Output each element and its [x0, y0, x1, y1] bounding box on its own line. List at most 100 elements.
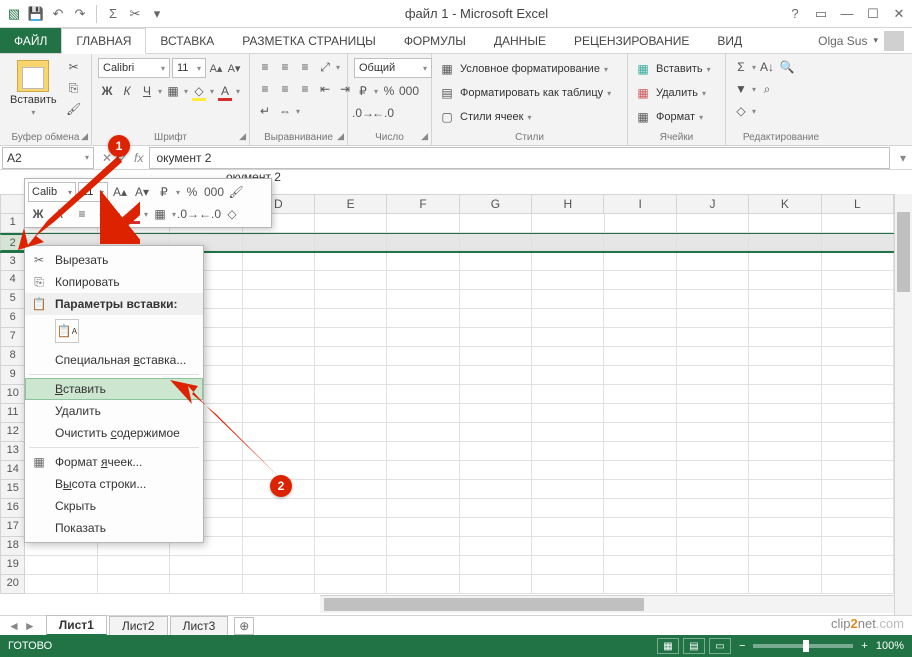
cell[interactable]: [98, 575, 170, 594]
cell[interactable]: [25, 556, 97, 575]
close-icon[interactable]: ✕: [886, 2, 912, 26]
cell[interactable]: [604, 404, 676, 423]
tab-data[interactable]: ДАННЫЕ: [480, 28, 560, 53]
cell[interactable]: [387, 461, 459, 480]
cell[interactable]: [822, 309, 894, 328]
cell[interactable]: [387, 537, 459, 556]
row-header[interactable]: 3: [0, 253, 25, 271]
maximize-icon[interactable]: ☐: [860, 2, 886, 26]
row-header[interactable]: 6: [0, 309, 25, 328]
cell[interactable]: [460, 461, 532, 480]
orientation-icon[interactable]: ⤢: [316, 58, 334, 76]
cell[interactable]: [170, 556, 242, 575]
cell[interactable]: [315, 271, 387, 290]
qat-more-icon[interactable]: ▾: [149, 6, 165, 22]
cell[interactable]: [822, 461, 894, 480]
cell[interactable]: [460, 271, 532, 290]
col-header[interactable]: J: [677, 194, 749, 214]
cell[interactable]: [822, 328, 894, 347]
paste-option-all-icon[interactable]: 📋A: [55, 319, 79, 343]
col-header[interactable]: H: [532, 194, 604, 214]
cell[interactable]: [677, 347, 749, 366]
cell[interactable]: [822, 290, 894, 309]
cell[interactable]: [387, 290, 459, 309]
mini-border-icon[interactable]: ▦: [150, 204, 170, 224]
cell[interactable]: [604, 290, 676, 309]
row-header[interactable]: 18: [0, 537, 25, 556]
ctx-hide[interactable]: Скрыть: [25, 495, 203, 517]
cell[interactable]: [822, 499, 894, 518]
merge-icon[interactable]: ⇔: [276, 102, 294, 120]
cell[interactable]: [677, 556, 749, 575]
border-icon[interactable]: ▦: [164, 82, 182, 100]
cell[interactable]: [749, 234, 821, 251]
cell[interactable]: [677, 480, 749, 499]
cell[interactable]: [243, 290, 315, 309]
cell[interactable]: [677, 234, 749, 251]
cell[interactable]: [749, 271, 821, 290]
cell[interactable]: [243, 253, 315, 271]
clipboard-dialog-icon[interactable]: ◢: [81, 131, 88, 142]
tab-home[interactable]: ГЛАВНАЯ: [61, 28, 146, 54]
cell[interactable]: [532, 480, 604, 499]
cell[interactable]: [604, 271, 676, 290]
cell-styles-button[interactable]: ▢Стили ячеек ▾: [438, 108, 611, 126]
cell[interactable]: [460, 253, 532, 271]
alignment-dialog-icon[interactable]: ◢: [337, 131, 344, 142]
cell[interactable]: [822, 556, 894, 575]
cell[interactable]: [243, 556, 315, 575]
cell[interactable]: [243, 575, 315, 594]
cell[interactable]: [387, 480, 459, 499]
cell[interactable]: [749, 556, 821, 575]
cell[interactable]: [677, 253, 749, 271]
cell[interactable]: [677, 366, 749, 385]
cell[interactable]: [677, 328, 749, 347]
col-header[interactable]: G: [460, 194, 532, 214]
row-header[interactable]: 19: [0, 556, 25, 575]
row-header[interactable]: 8: [0, 347, 25, 366]
cell[interactable]: [749, 423, 821, 442]
zoom-slider[interactable]: [753, 644, 853, 648]
cell[interactable]: [315, 537, 387, 556]
align-middle-icon[interactable]: ≡: [276, 58, 294, 76]
cell[interactable]: [387, 347, 459, 366]
conditional-formatting-button[interactable]: ▦Условное форматирование ▾: [438, 60, 611, 78]
zoom-level[interactable]: 100%: [876, 640, 904, 652]
cell[interactable]: [749, 328, 821, 347]
cell[interactable]: [604, 499, 676, 518]
tab-review[interactable]: РЕЦЕНЗИРОВАНИЕ: [560, 28, 703, 53]
save-icon[interactable]: 💾: [28, 6, 44, 22]
cell[interactable]: [822, 442, 894, 461]
cell[interactable]: [822, 518, 894, 537]
zoom-in-icon[interactable]: +: [861, 640, 867, 652]
cell[interactable]: [749, 347, 821, 366]
indent-dec-icon[interactable]: ⇤: [316, 80, 334, 98]
cell[interactable]: [822, 214, 894, 233]
sort-filter-icon[interactable]: A↓: [758, 58, 776, 76]
format-cells-button[interactable]: ▦Формат ▾: [634, 108, 711, 126]
cell[interactable]: [315, 461, 387, 480]
cell[interactable]: [532, 556, 604, 575]
cell[interactable]: [460, 366, 532, 385]
cell[interactable]: [315, 309, 387, 328]
cell[interactable]: [604, 366, 676, 385]
cell[interactable]: [604, 385, 676, 404]
mini-dec-dec-icon[interactable]: ←.0: [200, 204, 220, 224]
delete-cells-button[interactable]: ▦Удалить ▾: [634, 84, 711, 102]
cell[interactable]: [315, 234, 387, 251]
cell[interactable]: [387, 271, 459, 290]
col-header[interactable]: K: [749, 194, 821, 214]
ribbon-options-icon[interactable]: ▭: [808, 2, 834, 26]
cell[interactable]: [243, 499, 315, 518]
cell[interactable]: [315, 518, 387, 537]
shrink-font-icon[interactable]: A▾: [226, 60, 242, 76]
fill-color-icon[interactable]: ◇: [190, 82, 208, 100]
row-header[interactable]: 13: [0, 442, 25, 461]
cell[interactable]: [604, 442, 676, 461]
sheet-nav-prev-icon[interactable]: ◄: [8, 619, 20, 633]
cell[interactable]: [387, 253, 459, 271]
cell[interactable]: [677, 518, 749, 537]
cell[interactable]: [315, 480, 387, 499]
font-size-select[interactable]: 11▾: [172, 58, 206, 78]
cell[interactable]: [677, 499, 749, 518]
